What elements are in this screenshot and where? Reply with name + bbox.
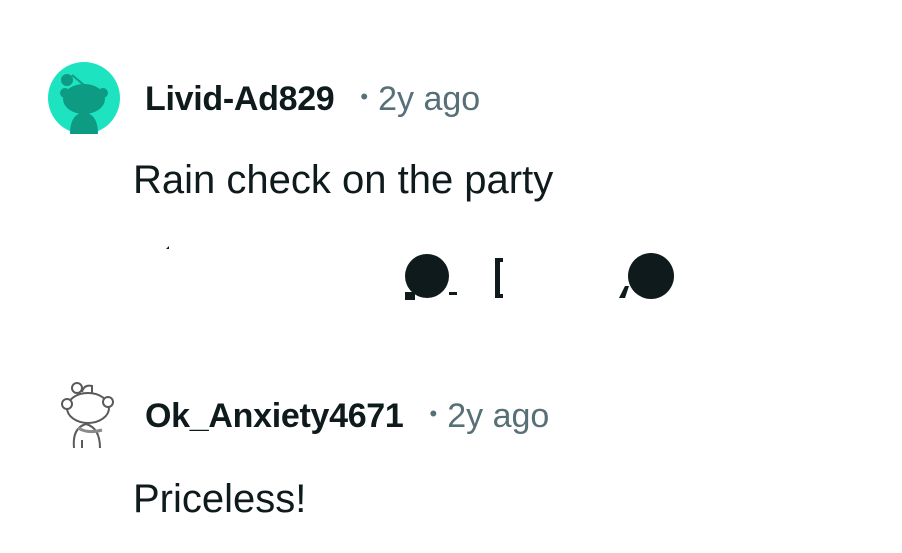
avatar[interactable]	[48, 62, 120, 134]
comment-meta: Livid-Ad829 • 2y ago	[145, 80, 480, 119]
separator-dot: •	[429, 401, 438, 426]
comment-thread: Livid-Ad829 • 2y ago Rain check on the p…	[0, 0, 902, 553]
award-icon[interactable]	[495, 258, 503, 298]
username-link[interactable]: Ok_Anxiety4671	[145, 397, 404, 436]
separator-dot: •	[360, 84, 369, 109]
username-link[interactable]: Livid-Ad829	[145, 80, 335, 119]
snoo-avatar-icon	[48, 62, 120, 134]
avatar[interactable]	[48, 378, 120, 450]
share-icon[interactable]	[619, 253, 674, 299]
comment-body: Priceless!	[133, 477, 307, 521]
timestamp[interactable]: 2y ago	[447, 397, 549, 436]
comment-body: Rain check on the party	[133, 158, 554, 202]
comment-meta: Ok_Anxiety4671 • 2y ago	[145, 397, 549, 436]
upvote-icon[interactable]	[166, 246, 169, 249]
comment-actions	[133, 246, 693, 300]
reply-icon[interactable]	[405, 254, 457, 300]
snoo-outline-avatar-icon	[61, 382, 114, 449]
timestamp[interactable]: 2y ago	[378, 80, 480, 119]
